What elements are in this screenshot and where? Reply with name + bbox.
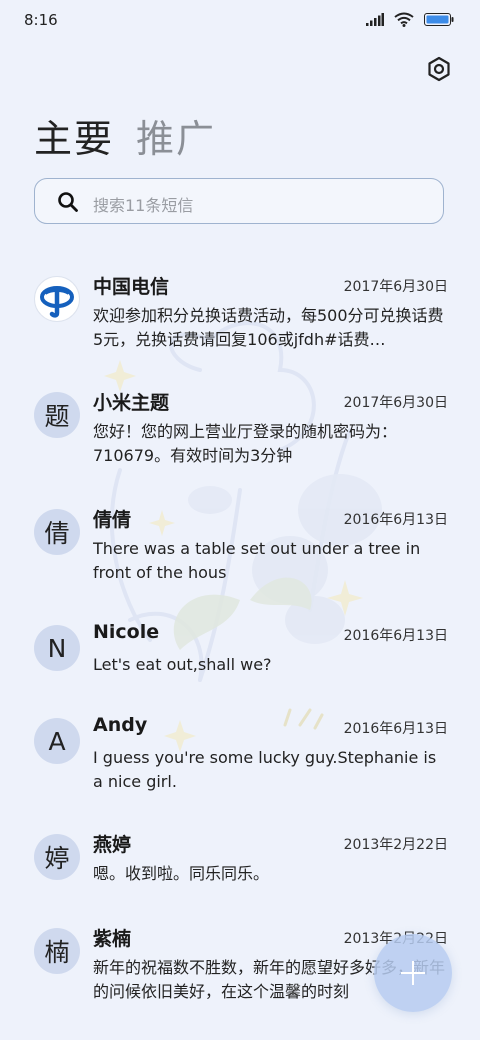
tab-bar: 主要 推广 (34, 108, 216, 163)
avatar: 倩 (34, 509, 80, 555)
contact-name: 倩倩 (93, 509, 132, 531)
contact-name: Andy (93, 714, 148, 736)
status-time: 8:16 (24, 11, 58, 29)
message-date: 2016年6月13日 (343, 628, 448, 644)
avatar: A (34, 718, 80, 764)
message-preview: 您好！您的网上营业厅登录的随机密码为：710679。有效时间为3分钟 (93, 422, 398, 465)
message-date: 2016年6月13日 (343, 512, 448, 528)
avatar: N (34, 625, 80, 671)
avatar (34, 276, 80, 322)
contact-name: Nicole (93, 621, 160, 643)
message-date: 2017年6月30日 (343, 395, 448, 411)
message-date: 2017年6月30日 (343, 279, 448, 295)
avatar: 题 (34, 392, 80, 438)
avatar: 婷 (34, 834, 80, 880)
settings-button[interactable] (426, 56, 452, 82)
message-preview: I guess you're some lucky guy.Stephanie … (93, 748, 437, 791)
battery-icon (424, 13, 454, 26)
search-placeholder: 搜索11条短信 (93, 196, 194, 215)
contact-name: 小米主题 (93, 392, 170, 414)
tab-primary[interactable]: 主要 (34, 108, 114, 163)
contact-name: 燕婷 (93, 834, 132, 856)
message-preview: Let's eat out,shall we? (93, 655, 272, 674)
message-preview: There was a table set out under a tree i… (93, 539, 421, 582)
message-preview: 欢迎参加积分兑换话费活动，每500分可兑换话费5元，兑换话费请回复106或jfd… (93, 306, 444, 349)
wifi-icon (394, 12, 414, 27)
tab-promotions[interactable]: 推广 (136, 108, 216, 163)
search-icon (58, 192, 78, 212)
china-telecom-logo (40, 286, 74, 318)
signal-icon (366, 13, 384, 26)
contact-name: 紫楠 (93, 928, 132, 950)
contact-name: 中国电信 (93, 276, 170, 298)
message-preview: 嗯。收到啦。同乐同乐。 (93, 864, 270, 883)
message-date: 2016年6月13日 (343, 721, 448, 737)
avatar: 楠 (34, 928, 80, 974)
message-date: 2013年2月22日 (343, 837, 448, 853)
status-icons (366, 12, 454, 27)
status-bar: 8:16 (0, 0, 480, 40)
search-input[interactable]: 搜索11条短信 (34, 178, 444, 224)
new-message-button[interactable] (374, 934, 452, 1012)
gear-icon (428, 56, 450, 82)
